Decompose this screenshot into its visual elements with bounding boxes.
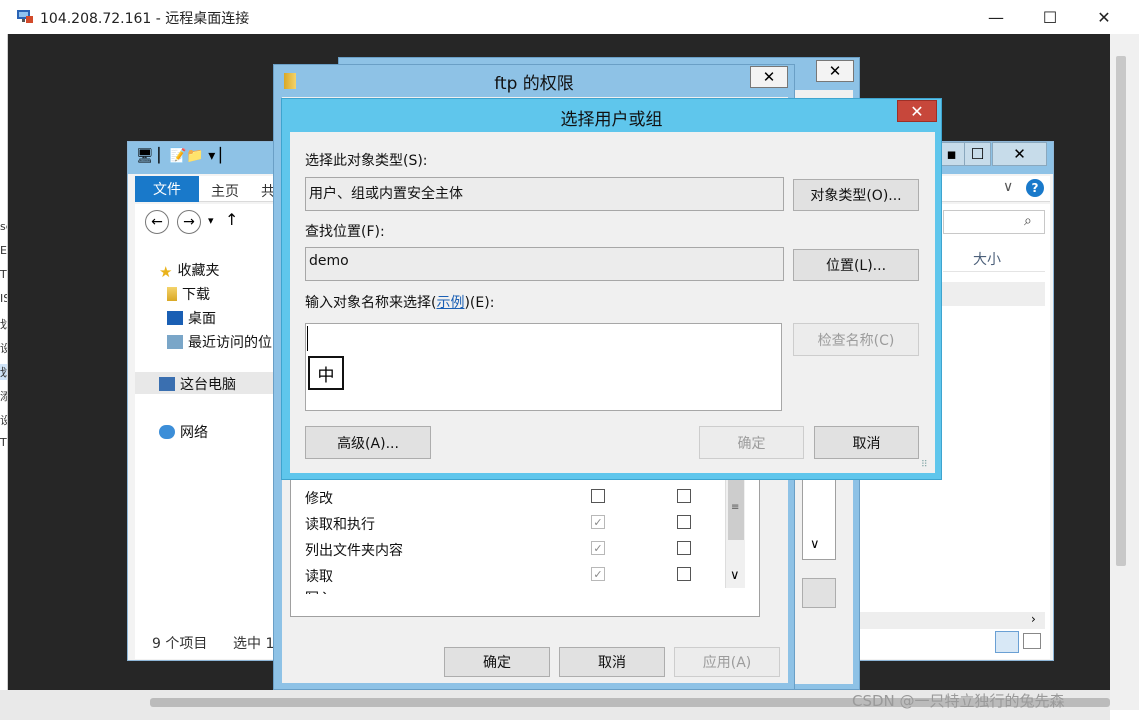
details-view-icon[interactable]: [995, 631, 1019, 653]
deny-checkbox[interactable]: [677, 541, 691, 555]
chevron-down-icon[interactable]: ∨: [1003, 179, 1013, 195]
object-types-button[interactable]: 对象类型(O)...: [793, 179, 919, 211]
strip-text: 划: [0, 316, 7, 332]
chevron-right-icon[interactable]: ›: [1031, 612, 1036, 626]
up-button[interactable]: ↑: [225, 210, 238, 229]
nav-item-recent[interactable]: 最近访问的位: [167, 332, 272, 352]
star-icon: ★: [159, 263, 173, 281]
permission-name: 列出文件夹内容: [305, 543, 403, 559]
check-names-button[interactable]: 检查名称(C): [793, 323, 919, 356]
network-icon: [159, 425, 175, 439]
recent-places-icon: [167, 335, 183, 349]
object-type-field: 用户、组或内置安全主体: [305, 177, 784, 211]
permissions-list: 修改 读取和执行 ✓ 列出文件夹内容 ✓ 读取 ✓ 写入 ≡ ∨: [290, 477, 760, 617]
recent-locations-button[interactable]: ▾: [208, 214, 214, 227]
close-button[interactable]: ✕: [1077, 0, 1131, 34]
maximize-button[interactable]: ☐: [1023, 0, 1077, 34]
strip-text: 设: [0, 340, 7, 356]
rdp-titlebar: 104.208.72.161 - 远程桌面连接 — ☐ ✕: [0, 0, 1139, 34]
strip-text: 设: [0, 412, 7, 428]
help-icon[interactable]: ?: [1026, 179, 1044, 197]
permission-name: 读取: [305, 569, 333, 585]
select-users-dialog: 选择用户或组 ✕ 选择此对象类型(S): 用户、组或内置安全主体 对象类型(O)…: [281, 98, 942, 480]
back-button[interactable]: ←: [145, 210, 169, 234]
search-icon: ⌕: [1024, 213, 1032, 229]
nav-item-downloads[interactable]: 下载: [167, 284, 210, 304]
chevron-down-icon[interactable]: ∨: [730, 568, 740, 583]
tab-home[interactable]: 主页: [211, 181, 239, 201]
object-names-input[interactable]: 中: [305, 323, 782, 411]
deny-checkbox[interactable]: [677, 489, 691, 503]
maximize-button[interactable]: ☐: [964, 142, 991, 166]
item-count: 9 个项目: [152, 636, 208, 652]
ime-indicator[interactable]: 中: [308, 356, 344, 390]
strip-text: T: [0, 436, 7, 449]
permission-name: 写入: [305, 588, 333, 594]
strip-text: E: [0, 244, 7, 257]
selected-count: 选中 1: [233, 636, 275, 652]
strip-text: se: [0, 220, 7, 233]
dialog-title: ftp 的权限: [494, 74, 574, 94]
permission-name: 读取和执行: [305, 517, 375, 533]
allow-checkbox[interactable]: ✓: [591, 515, 605, 529]
nav-item-network[interactable]: 网络: [159, 422, 208, 442]
apply-button[interactable]: 应用(A): [674, 647, 780, 677]
allow-checkbox[interactable]: [591, 489, 605, 503]
object-names-label: 输入对象名称来选择(示例)(E):: [305, 295, 495, 311]
forward-button[interactable]: →: [177, 210, 201, 234]
column-header-size[interactable]: 大小: [943, 244, 1045, 272]
grip-icon: ≡: [731, 502, 740, 513]
window-title: 104.208.72.161 - 远程桌面连接: [40, 11, 250, 27]
close-button[interactable]: ✕: [750, 66, 788, 88]
list-row-clipped: 写入: [291, 586, 723, 594]
deny-checkbox[interactable]: [677, 515, 691, 529]
location-label: 查找位置(F):: [305, 224, 385, 240]
allow-checkbox[interactable]: ✓: [591, 567, 605, 581]
large-icons-view-icon[interactable]: [1023, 633, 1041, 649]
locations-button[interactable]: 位置(L)...: [793, 249, 919, 281]
permission-name: 修改: [305, 491, 333, 507]
close-button[interactable]: ✕: [816, 60, 854, 82]
ok-button[interactable]: 确定: [699, 426, 804, 459]
allow-checkbox[interactable]: ✓: [591, 541, 605, 555]
list-scrollbar[interactable]: ≡ ∨: [725, 478, 745, 588]
button-partial[interactable]: [802, 578, 836, 608]
minimize-button[interactable]: ▪: [938, 142, 965, 166]
object-type-label: 选择此对象类型(S):: [305, 153, 428, 169]
text-caret: [307, 326, 308, 351]
vertical-scrollbar[interactable]: [1116, 56, 1126, 566]
nav-item-favorites[interactable]: ★ 收藏夹: [159, 260, 219, 281]
chevron-down-icon[interactable]: ∨: [810, 537, 820, 552]
minimize-button[interactable]: —: [969, 0, 1023, 34]
strip-text: T: [0, 268, 7, 281]
remote-desktop-icon: [17, 10, 33, 23]
computer-icon: [159, 377, 175, 391]
cancel-button[interactable]: 取消: [814, 426, 919, 459]
strip-text: IS: [0, 292, 7, 305]
list-scrollbar[interactable]: ∨: [802, 478, 836, 560]
background-window-strip: se E T IS 划 设 划 添 设 T: [0, 34, 8, 710]
tab-file[interactable]: 文件: [135, 176, 199, 202]
dialog-title: 选择用户或组: [560, 110, 663, 130]
cancel-button[interactable]: 取消: [559, 647, 665, 677]
close-button[interactable]: ✕: [992, 142, 1047, 166]
close-button[interactable]: ✕: [897, 100, 937, 122]
ok-button[interactable]: 确定: [444, 647, 550, 677]
download-folder-icon: [167, 287, 177, 301]
strip-text: 划: [0, 364, 7, 380]
deny-checkbox[interactable]: [677, 567, 691, 581]
examples-link[interactable]: 示例: [436, 295, 464, 311]
location-field: demo: [305, 247, 784, 281]
watermark: CSDN @一只特立独行的兔先森: [852, 692, 1065, 710]
desktop-icon: [167, 311, 183, 325]
nav-item-this-pc[interactable]: 这台电脑: [159, 374, 236, 394]
dialog-content: 选择此对象类型(S): 用户、组或内置安全主体 对象类型(O)... 查找位置(…: [290, 132, 935, 473]
advanced-button[interactable]: 高级(A)...: [305, 426, 431, 459]
search-box[interactable]: ⌕: [943, 210, 1045, 234]
strip-text: 添: [0, 388, 7, 404]
quick-access-toolbar-icon[interactable]: 🖥 ▏📝📁 ▾ ▏: [136, 148, 231, 164]
resize-grip-icon[interactable]: ⠿: [921, 460, 933, 472]
nav-item-desktop[interactable]: 桌面: [167, 308, 216, 328]
